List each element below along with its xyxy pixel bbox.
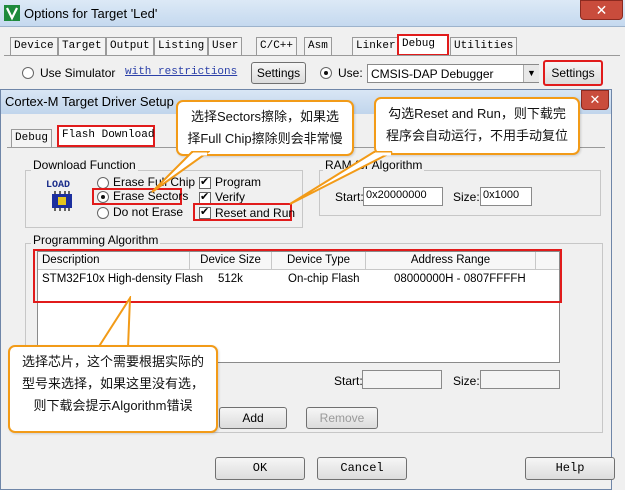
tab-flash-download[interactable]: Flash Download (57, 125, 155, 147)
algo-size-input[interactable] (480, 370, 560, 389)
programming-algorithm-label: Programming Algorithm (31, 233, 161, 247)
with-restrictions-link[interactable]: with restrictions (125, 66, 237, 78)
debugger-select[interactable]: CMSIS-DAP Debugger ▼ (367, 64, 539, 83)
tab-device[interactable]: Device (10, 37, 58, 55)
tab-divider (4, 55, 620, 56)
program-label: Program (215, 175, 262, 189)
chevron-down-icon[interactable]: ▼ (523, 65, 539, 82)
reset-run-checkbox[interactable] (199, 205, 211, 219)
options-title-bar: Options for Target 'Led' ✕ (0, 0, 625, 27)
tab-asm[interactable]: Asm (304, 37, 332, 55)
callout-chip-line1: 选择芯片，这个需要根据实际的 (21, 354, 204, 369)
options-title: Options for Target 'Led' (24, 6, 158, 21)
help-button[interactable]: Help (525, 457, 615, 480)
tab-cpp[interactable]: C/C++ (256, 37, 298, 55)
callout-reset-line2: 程序会自动运行，不用手动复位 (385, 128, 568, 143)
algo-size-label: Size: (453, 374, 480, 388)
ram-size-input[interactable]: 0x1000 (480, 187, 532, 206)
callout-sectors-line2: 择Full Chip擦除则会非常慢 (187, 131, 343, 146)
tab-debug-inner[interactable]: Debug (11, 129, 53, 147)
callout-chip-pointer (96, 296, 132, 349)
tab-output[interactable]: Output (106, 37, 154, 55)
use-simulator-radio[interactable] (22, 67, 34, 79)
tab-listing[interactable]: Listing (154, 37, 209, 55)
reset-run-label: Reset and Run (215, 206, 296, 220)
do-not-erase-radio[interactable] (97, 207, 109, 219)
download-function-label: Download Function (31, 158, 138, 172)
algorithm-row-highlight (33, 249, 562, 303)
ram-size-label: Size: (453, 190, 480, 204)
keil-logo-icon (4, 5, 20, 21)
remove-button[interactable]: Remove (306, 407, 378, 429)
callout-chip-line2: 型号来选择，如果这里没有选， (21, 376, 204, 391)
callout-sectors-pointer (151, 151, 210, 193)
ok-button[interactable]: OK (215, 457, 305, 480)
tab-utilities[interactable]: Utilities (450, 37, 518, 55)
tab-user[interactable]: User (208, 37, 243, 55)
callout-reset-pointer (289, 151, 393, 205)
callout-chip-line3: 则下载会提示Algorithm错误 (33, 398, 193, 413)
use-label: Use: (338, 66, 363, 80)
verify-label: Verify (215, 190, 246, 204)
erase-sectors-radio[interactable] (97, 191, 109, 203)
algo-start-label: Start: (334, 374, 363, 388)
use-simulator-label: Use Simulator (40, 66, 116, 80)
close-icon[interactable]: ✕ (580, 0, 623, 20)
callout-reset-line1: 勾选Reset and Run，则下载完 (388, 106, 566, 121)
simulator-settings-button[interactable]: Settings (251, 62, 306, 84)
algo-start-input[interactable] (362, 370, 442, 389)
tab-target[interactable]: Target (58, 37, 106, 55)
close-icon[interactable]: ✕ (581, 90, 609, 110)
callout-sectors-line1: 选择Sectors擦除，如果选 (190, 109, 340, 124)
callout-chip: 选择芯片，这个需要根据实际的 型号来选择，如果这里没有选， 则下载会提示Algo… (8, 345, 218, 433)
chip-icon (52, 191, 72, 211)
do-not-erase-label: Do not Erase (113, 205, 184, 219)
add-button[interactable]: Add (219, 407, 287, 429)
tab-debug[interactable]: Debug (397, 34, 449, 56)
tab-linker[interactable]: Linker (352, 37, 400, 55)
callout-reset: 勾选Reset and Run，则下载完 程序会自动运行，不用手动复位 (374, 97, 580, 155)
load-icon: LOAD (46, 180, 78, 212)
driver-setup-title: Cortex-M Target Driver Setup (5, 94, 174, 109)
use-debugger-radio[interactable] (320, 67, 332, 79)
cancel-button[interactable]: Cancel (317, 457, 407, 480)
debugger-select-value: CMSIS-DAP Debugger (371, 67, 494, 81)
debugger-settings-button[interactable]: Settings (543, 60, 603, 86)
